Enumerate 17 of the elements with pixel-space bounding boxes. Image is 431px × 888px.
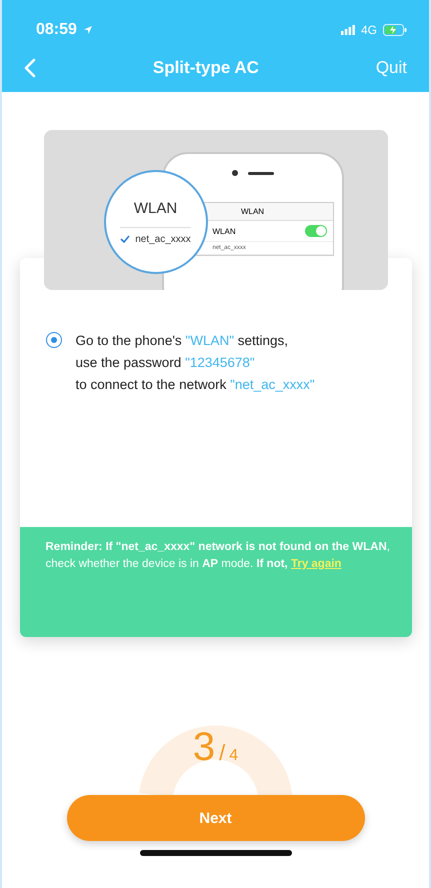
try-again-link[interactable]: Try again: [290, 558, 342, 570]
instruction-text: Go to the phone's "WLAN" settings, use the password "12345678" to connect to the network "net_ac_xxxx": [76, 332, 315, 394]
location-arrow-icon: [82, 25, 93, 35]
battery-charging-icon: [383, 24, 407, 36]
step-counter: 3/ 4: [192, 725, 238, 769]
status-time: 08:59: [36, 21, 77, 39]
back-chevron-icon: [24, 58, 36, 78]
checkmark-icon: [120, 235, 130, 243]
page-title: Split-type AC: [152, 58, 260, 78]
radio-button[interactable]: [46, 332, 62, 348]
quit-button[interactable]: Quit: [372, 54, 411, 82]
signal-icon: [340, 25, 355, 35]
wlan-toggle-label: WLAN: [212, 226, 236, 236]
magnifier-network-name: net_ac_xxxx: [135, 234, 191, 244]
next-button[interactable]: Next: [66, 795, 364, 841]
network-type: 4G: [360, 23, 377, 37]
reminder-text: Reminder: If "net_ac_xxxx" network is not found on the WLAN, check whether the device is in AP mode. If not, Try again: [46, 540, 391, 572]
